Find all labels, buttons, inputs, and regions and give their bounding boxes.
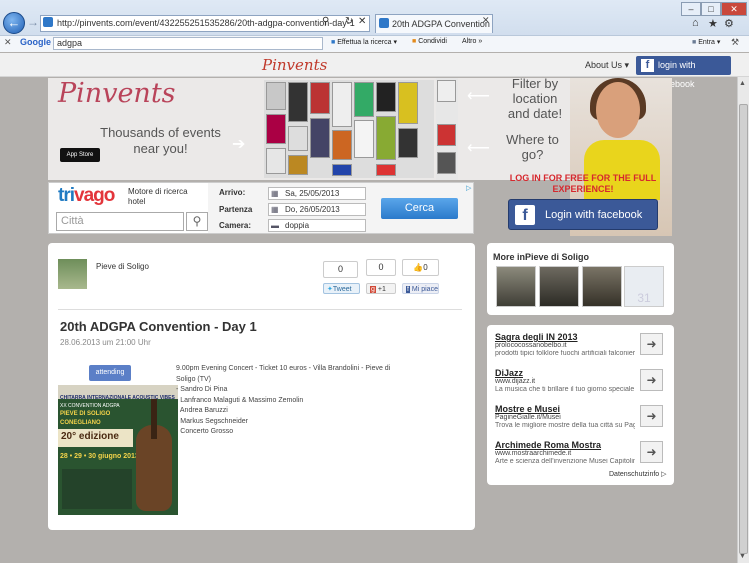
app-store-badge[interactable]: App Store — [60, 148, 100, 162]
description-line: - Concerto Grosso — [176, 428, 234, 435]
calendar-placeholder-icon[interactable]: 31 — [624, 266, 664, 307]
refresh-icon[interactable]: ↻ — [345, 16, 353, 27]
facebook-like-button[interactable]: f Mi piace — [402, 283, 439, 294]
toolbar-close-icon[interactable]: ✕ — [4, 37, 12, 48]
ad-arrow-icon[interactable]: ➜ — [640, 369, 663, 391]
arrivo-field[interactable]: Sa, 25/05/2013 — [268, 187, 366, 200]
cerca-button[interactable]: Cerca — [381, 198, 458, 219]
attending-button[interactable]: attending — [89, 365, 131, 381]
facebook-icon: f — [641, 59, 654, 72]
site-screenshot-side-image — [436, 78, 458, 180]
scroll-down-icon[interactable]: ▼ — [739, 553, 746, 560]
arrow-left-icon: ⟵ — [467, 88, 490, 105]
google-signin-button[interactable]: ■ Entra ▾ — [692, 38, 720, 46]
close-window-button[interactable]: ✕ — [721, 2, 747, 16]
google-share-button[interactable]: ■ Condividi — [412, 38, 447, 45]
banner-facebook-login-button[interactable]: f Login with facebook — [508, 199, 658, 230]
facebook-icon: f — [515, 205, 535, 225]
description-line: - Lanfranco Malaguti & Massimo Zemolin — [176, 396, 304, 404]
arrow-left-icon-2: ⟵ — [467, 140, 490, 157]
favorites-star-icon[interactable]: ★ — [708, 17, 718, 30]
plusone-count: 0 — [366, 259, 396, 276]
description-line: - Sandro Di Pina — [176, 386, 228, 393]
forward-button[interactable]: → — [27, 15, 39, 29]
google-plusone-button[interactable]: g +1 — [366, 283, 396, 294]
wrench-icon[interactable]: ⚒ — [731, 37, 739, 48]
ad-desc: prodotti tipici folklore fuochi artifici… — [495, 350, 635, 357]
banner-tagline: Thousands of events near you! — [100, 125, 221, 156]
description-line: - Markus Segschneider — [176, 417, 248, 425]
more-event-thumb[interactable] — [496, 266, 536, 307]
back-button[interactable]: ← — [3, 12, 25, 34]
tweet-count: 0 — [323, 261, 358, 278]
event-date: 28.06.2013 um 21:00 Uhr — [60, 338, 151, 347]
address-bar[interactable]: http://pinvents.com/event/43225525153528… — [40, 15, 370, 32]
bed-icon: ▬ — [271, 221, 279, 230]
arrivo-label: Arrivo: — [219, 188, 246, 197]
tweet-button[interactable]: ✦Tweet — [323, 283, 360, 294]
partenza-field[interactable]: Do, 26/05/2013 — [268, 203, 366, 216]
divider — [58, 309, 462, 310]
banner-logo: Pinvents — [58, 78, 176, 109]
minimize-button[interactable]: – — [681, 2, 701, 16]
google-label: Google — [20, 37, 51, 47]
ad-arrow-icon[interactable]: ➜ — [640, 333, 663, 355]
partenza-label: Partenza — [219, 205, 253, 214]
ad-desc: Arte e scienza dell'invenzione Musei Cap… — [495, 458, 635, 465]
scrollbar-thumb[interactable] — [739, 104, 748, 554]
banner-where-text: Where to go? — [506, 132, 559, 162]
header-facebook-login-button[interactable]: f login with facebook — [636, 56, 731, 89]
about-us-menu[interactable]: About Us ▾ — [585, 60, 629, 71]
city-input[interactable]: Città — [56, 212, 184, 231]
search-icon[interactable]: ⚲ — [322, 16, 329, 27]
arrow-right-icon: ➔ — [232, 136, 246, 153]
camera-label: Camera: — [219, 221, 252, 230]
camera-field[interactable]: doppia — [268, 219, 366, 232]
event-poster-image[interactable]: CHITARRA INTERNAZIONALE ACOUSTIC VIBES X… — [58, 385, 178, 515]
like-count-box: 👍0 — [402, 259, 439, 276]
more-in-title: More inPieve di Soligo — [493, 252, 590, 262]
home-icon[interactable]: ⌂ — [692, 17, 699, 29]
site-logo[interactable]: Pinvents — [262, 56, 327, 74]
adchoices-icon[interactable]: ▷ — [466, 184, 471, 192]
city-search-icon[interactable]: ⚲ — [186, 212, 208, 231]
maximize-button[interactable]: □ — [701, 2, 721, 16]
scroll-up-icon[interactable]: ▲ — [739, 80, 746, 87]
ad-desc: Trova le migliore mostre della tua città… — [495, 422, 635, 429]
more-event-thumb[interactable] — [539, 266, 579, 307]
calendar-icon-2: ▦ — [271, 205, 279, 214]
trivago-tagline: Motore di ricerca hotel — [128, 187, 188, 206]
ad-arrow-icon[interactable]: ➜ — [640, 441, 663, 463]
settings-gear-icon[interactable]: ⚙ — [724, 17, 734, 30]
ad-desc: La musica che ti brillare il tuo giorno … — [495, 386, 635, 393]
tab-close-icon[interactable]: ✕ — [482, 15, 490, 26]
ad-arrow-icon[interactable]: ➜ — [640, 405, 663, 427]
tab-favicon-icon — [379, 18, 389, 28]
event-description: 9.00pm Evening Concert - Ticket 10 euros… — [176, 364, 396, 438]
site-favicon-icon — [43, 17, 53, 27]
banner-photo-face — [596, 82, 640, 138]
google-more-button[interactable]: Altro » — [462, 38, 482, 45]
description-line: 9.00pm Evening Concert - Ticket 10 euros… — [176, 365, 391, 383]
more-event-thumb[interactable] — [582, 266, 622, 307]
calendar-icon: ▦ — [271, 189, 279, 198]
stop-icon[interactable]: ✕ — [358, 16, 366, 27]
google-search-input[interactable]: adgpa — [53, 37, 323, 50]
trivago-logo[interactable]: trivago — [58, 185, 115, 207]
event-title: 20th ADGPA Convention - Day 1 — [60, 319, 257, 334]
description-line: - Andrea Baruzzi — [176, 407, 228, 414]
banner-filter-text: Filter by location and date! — [507, 76, 563, 121]
google-search-button[interactable]: ■ Effettua la ricerca ▾ — [331, 38, 397, 46]
banner-login-text: LOG IN FOR FREE FOR THE FULL EXPERIENCE! — [509, 173, 657, 194]
datenschutz-link[interactable]: Datenschutzinfo ▷ — [609, 470, 667, 478]
site-screenshot-image — [264, 80, 434, 178]
place-name[interactable]: Pieve di Soligo — [96, 262, 149, 271]
tab-active[interactable]: 20th ADGPA Convention - ... — [375, 14, 493, 33]
place-thumbnail[interactable] — [58, 259, 87, 289]
